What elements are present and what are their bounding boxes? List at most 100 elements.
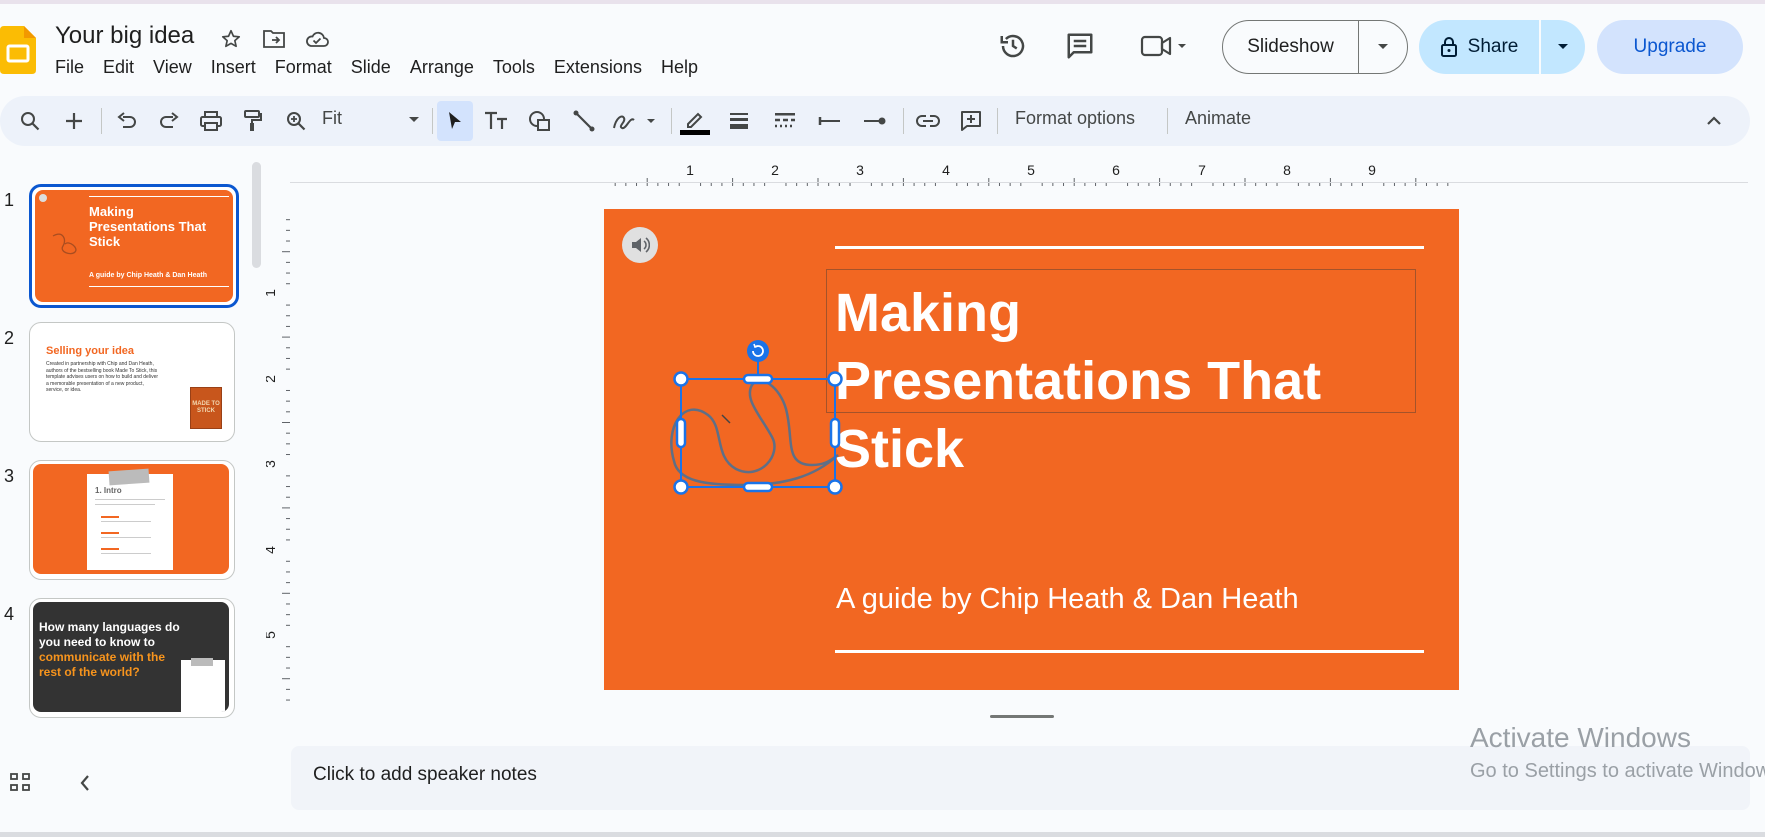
ruler-label: 6 [1112, 162, 1120, 178]
slide-thumbnail-2[interactable]: Selling your idea Created in partnership… [29, 322, 235, 442]
share-dropdown-icon[interactable] [1541, 20, 1585, 74]
menu-help[interactable]: Help [652, 57, 708, 78]
menu-insert[interactable]: Insert [202, 57, 266, 78]
line-end-icon[interactable] [857, 103, 893, 139]
toolbar-divider [997, 108, 998, 134]
meet-call-icon[interactable] [1135, 28, 1195, 64]
collapse-toolbar-icon[interactable] [1696, 103, 1732, 139]
selected-scribble-shape[interactable] [664, 340, 854, 497]
new-slide-icon[interactable] [56, 103, 92, 139]
animate-button[interactable]: Animate [1185, 108, 1251, 129]
slides-logo-icon[interactable] [0, 26, 36, 74]
add-comment-icon[interactable] [953, 103, 989, 139]
version-history-icon[interactable] [993, 28, 1033, 64]
menu-tools[interactable]: Tools [484, 57, 545, 78]
insert-link-icon[interactable] [910, 103, 946, 139]
slide-title-line: Presentations That [835, 351, 1322, 411]
slide-number: 3 [4, 466, 15, 486]
ruler-label: 3 [856, 162, 864, 178]
zoom-select[interactable]: Fit [322, 108, 420, 134]
window-top-border [0, 0, 1765, 4]
format-options-button[interactable]: Format options [1015, 108, 1135, 129]
shape-icon[interactable] [522, 103, 558, 139]
slide-thumbnail-1[interactable]: Making Presentations That Stick A guide … [29, 184, 239, 308]
ruler-label: 8 [1283, 162, 1291, 178]
slide-bottom-rule [835, 650, 1424, 653]
thumb-1-subtitle: A guide by Chip Heath & Dan Heath [89, 272, 207, 279]
slide-subtitle[interactable]: A guide by Chip Heath & Dan Heath [836, 583, 1299, 616]
slide-thumbnail-3[interactable]: 1. Intro [29, 460, 235, 580]
ruler-label: 7 [1198, 162, 1206, 178]
ruler-label: 4 [266, 546, 278, 554]
cloud-saved-icon[interactable] [304, 26, 330, 52]
thumb-2-title: Selling your idea [46, 345, 135, 357]
ruler-label: 3 [266, 460, 278, 468]
menu-arrange[interactable]: Arrange [401, 57, 484, 78]
undo-icon[interactable] [109, 103, 145, 139]
collapse-filmstrip-icon[interactable] [79, 774, 91, 792]
ruler-label: 1 [686, 162, 694, 178]
menu-file[interactable]: File [46, 57, 94, 78]
thumb-2-body: Created in partnership with Chip and Dan… [46, 361, 159, 393]
notes-resize-handle[interactable] [990, 715, 1054, 718]
toolbar-divider [903, 108, 904, 134]
share-label: Share [1467, 36, 1519, 57]
redo-icon[interactable] [151, 103, 187, 139]
audio-speaker-icon[interactable] [622, 227, 658, 263]
text-box-icon[interactable] [478, 103, 514, 139]
slide-number: 4 [4, 604, 15, 624]
activate-windows-subtitle: Go to Settings to activate Windows. [1470, 760, 1765, 782]
slideshow-button[interactable]: Slideshow [1222, 20, 1408, 74]
ruler-label: 5 [266, 631, 278, 639]
slide-top-rule [835, 246, 1424, 249]
menu-format[interactable]: Format [266, 57, 342, 78]
menu-edit[interactable]: Edit [94, 57, 144, 78]
line-icon[interactable] [566, 103, 602, 139]
zoom-icon[interactable] [278, 103, 314, 139]
ruler-label: 9 [1368, 162, 1376, 178]
ruler-label: 4 [942, 162, 950, 178]
star-icon[interactable] [218, 26, 244, 52]
ruler-divider [290, 182, 1748, 183]
slide-number: 1 [4, 190, 15, 210]
upgrade-button[interactable]: Upgrade [1597, 20, 1743, 74]
window-bottom-border [0, 832, 1765, 837]
grid-view-icon[interactable] [10, 773, 32, 793]
slide-title[interactable]: Making Presentations That Stick [835, 279, 1395, 483]
move-folder-icon[interactable] [261, 26, 287, 52]
ruler-label: 5 [1027, 162, 1035, 178]
slide-number: 2 [4, 328, 15, 348]
menu-bar: File Edit View Insert Format Slide Arran… [46, 57, 708, 78]
search-menus-icon[interactable] [12, 103, 48, 139]
activate-windows-title: Activate Windows [1470, 722, 1691, 753]
menu-view[interactable]: View [144, 57, 202, 78]
line-start-icon[interactable] [812, 103, 848, 139]
slide-canvas[interactable]: Making Presentations That Stick A guide … [604, 209, 1459, 690]
filmstrip-scrollbar[interactable] [252, 162, 261, 268]
thumb-2-book: MADE TO STICK [190, 387, 222, 429]
menu-extensions[interactable]: Extensions [545, 57, 652, 78]
border-color-icon[interactable] [677, 103, 713, 139]
thumb-1-title: Making Presentations That Stick [89, 204, 207, 249]
slideshow-dropdown-icon[interactable] [1359, 21, 1407, 73]
print-icon[interactable] [193, 103, 229, 139]
speaker-notes-placeholder[interactable]: Click to add speaker notes [313, 764, 537, 786]
border-dash-icon[interactable] [767, 103, 803, 139]
zoom-value: Fit [322, 108, 342, 128]
slideshow-label[interactable]: Slideshow [1223, 21, 1359, 73]
slide-thumbnail-4[interactable]: How many languages do you need to know t… [29, 598, 235, 718]
document-title[interactable]: Your big idea [55, 22, 194, 50]
border-weight-icon[interactable] [721, 103, 757, 139]
vertical-ruler[interactable]: 1 2 3 4 5 [266, 205, 290, 705]
thumb-4-line1: How many languages do you need to know t… [39, 620, 180, 649]
slide-title-line: Making [835, 283, 1022, 343]
comments-icon[interactable] [1060, 28, 1100, 64]
menu-slide[interactable]: Slide [342, 57, 401, 78]
paint-format-icon[interactable] [235, 103, 271, 139]
share-button[interactable]: Share [1419, 20, 1585, 74]
scribble-icon[interactable] [609, 103, 661, 139]
lock-icon [1440, 36, 1458, 58]
toolbar-divider [1167, 108, 1168, 134]
share-main[interactable]: Share [1419, 20, 1541, 74]
select-cursor-icon[interactable] [437, 101, 473, 141]
